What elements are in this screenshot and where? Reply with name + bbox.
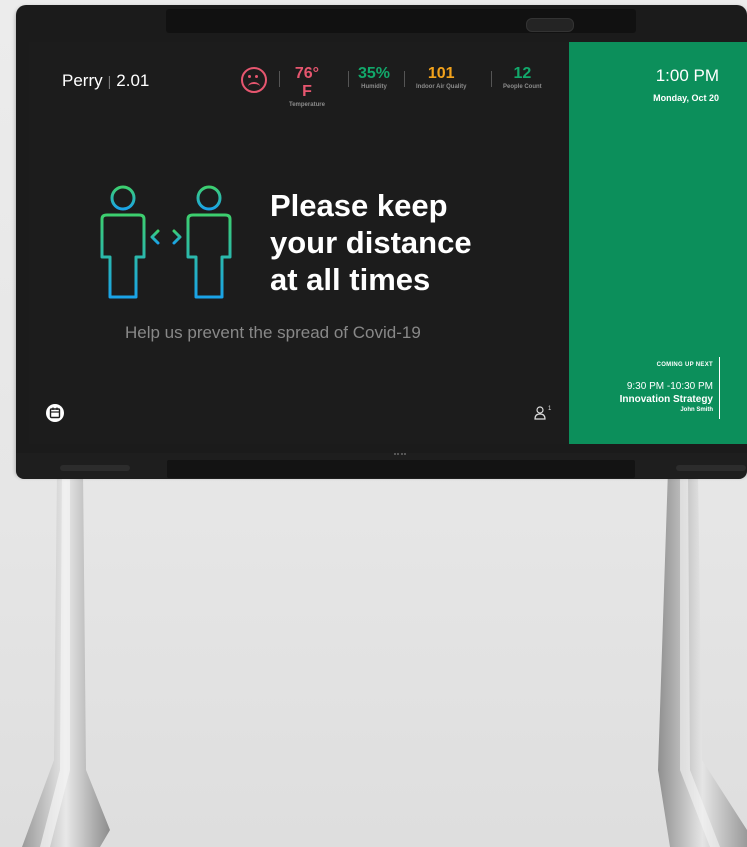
temperature-label: Temperature	[289, 102, 325, 108]
bottom-speaker-slot	[167, 460, 635, 478]
room-display-screen: Perry | 2.01 76° F Temperature 35% Humidit…	[29, 42, 747, 444]
occupancy-indicator: 1	[534, 406, 551, 424]
divider	[279, 71, 280, 87]
divider	[404, 71, 405, 87]
right-speaker	[676, 465, 746, 471]
people-count-metric: 12 People Count	[503, 65, 542, 90]
camera-icon	[526, 18, 574, 32]
room-separator: |	[107, 73, 112, 89]
divider	[348, 71, 349, 87]
current-date: Monday, Oct 20	[653, 93, 719, 103]
device-logo-icon	[394, 453, 406, 459]
air-quality-label: Indoor Air Quality	[416, 84, 467, 90]
stand-left-leg	[22, 470, 110, 847]
social-distancing-icon	[100, 185, 232, 299]
air-quality-metric: 101 Indoor Air Quality	[416, 65, 466, 90]
person-icon	[534, 406, 546, 420]
room-number: 2.01	[116, 71, 150, 90]
current-time: 1:00 PM	[655, 66, 719, 85]
calendar-button[interactable]	[46, 404, 64, 422]
upcoming-meeting[interactable]: COMING UP NEXT 9:30 PM -10:30 PM Innovat…	[620, 357, 720, 419]
upcoming-label: COMING UP NEXT	[656, 362, 713, 368]
room-name: Perry	[62, 71, 103, 90]
left-speaker	[60, 465, 130, 471]
distance-message: Please keep your distance at all times	[270, 187, 472, 298]
people-count-value: 12	[513, 65, 532, 82]
air-quality-value: 101	[427, 65, 455, 82]
humidity-value: 35%	[358, 65, 391, 82]
message-line-1: Please keep	[270, 188, 448, 223]
calendar-icon	[49, 407, 61, 419]
upcoming-title: Innovation Strategy	[619, 394, 713, 405]
status-side-panel: 1:00 PM Monday, Oct 20 COMING UP NEXT 9:…	[569, 42, 747, 444]
humidity-metric: 35% Humidity	[358, 65, 390, 90]
camera-bar	[166, 9, 636, 33]
people-count-label: People Count	[503, 84, 542, 90]
temperature-metric: 76° F Temperature	[289, 65, 325, 108]
upcoming-time: 9:30 PM -10:30 PM	[626, 381, 713, 392]
covid-subtitle: Help us prevent the spread of Covid-19	[125, 323, 421, 342]
room-label: Perry | 2.01	[62, 71, 149, 91]
upcoming-host: John Smith	[680, 407, 713, 413]
message-line-2: your distance	[270, 225, 472, 260]
message-line-3: at all times	[270, 262, 431, 297]
occupancy-count: 1	[548, 406, 552, 412]
divider	[491, 71, 492, 87]
sad-face-icon	[241, 67, 267, 93]
temperature-value: 76° F	[294, 65, 320, 100]
humidity-label: Humidity	[361, 84, 387, 90]
stand-right-leg	[658, 470, 747, 847]
